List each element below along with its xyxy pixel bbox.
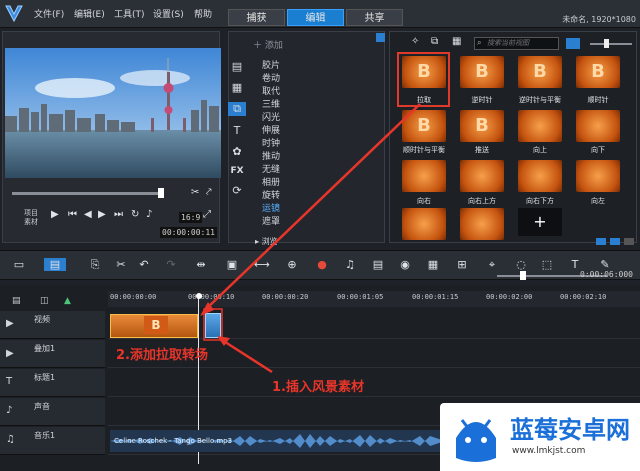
annotation-arrows (200, 103, 421, 374)
watermark-logo (448, 408, 504, 466)
watermark-url: www.lmkjst.com (512, 446, 586, 456)
annotation-step1: 1.插入风景素材 (272, 380, 364, 395)
annotation-step2: 2.添加拉取转场 (116, 348, 208, 363)
watermark-title: 蓝莓安卓网 (510, 416, 630, 444)
